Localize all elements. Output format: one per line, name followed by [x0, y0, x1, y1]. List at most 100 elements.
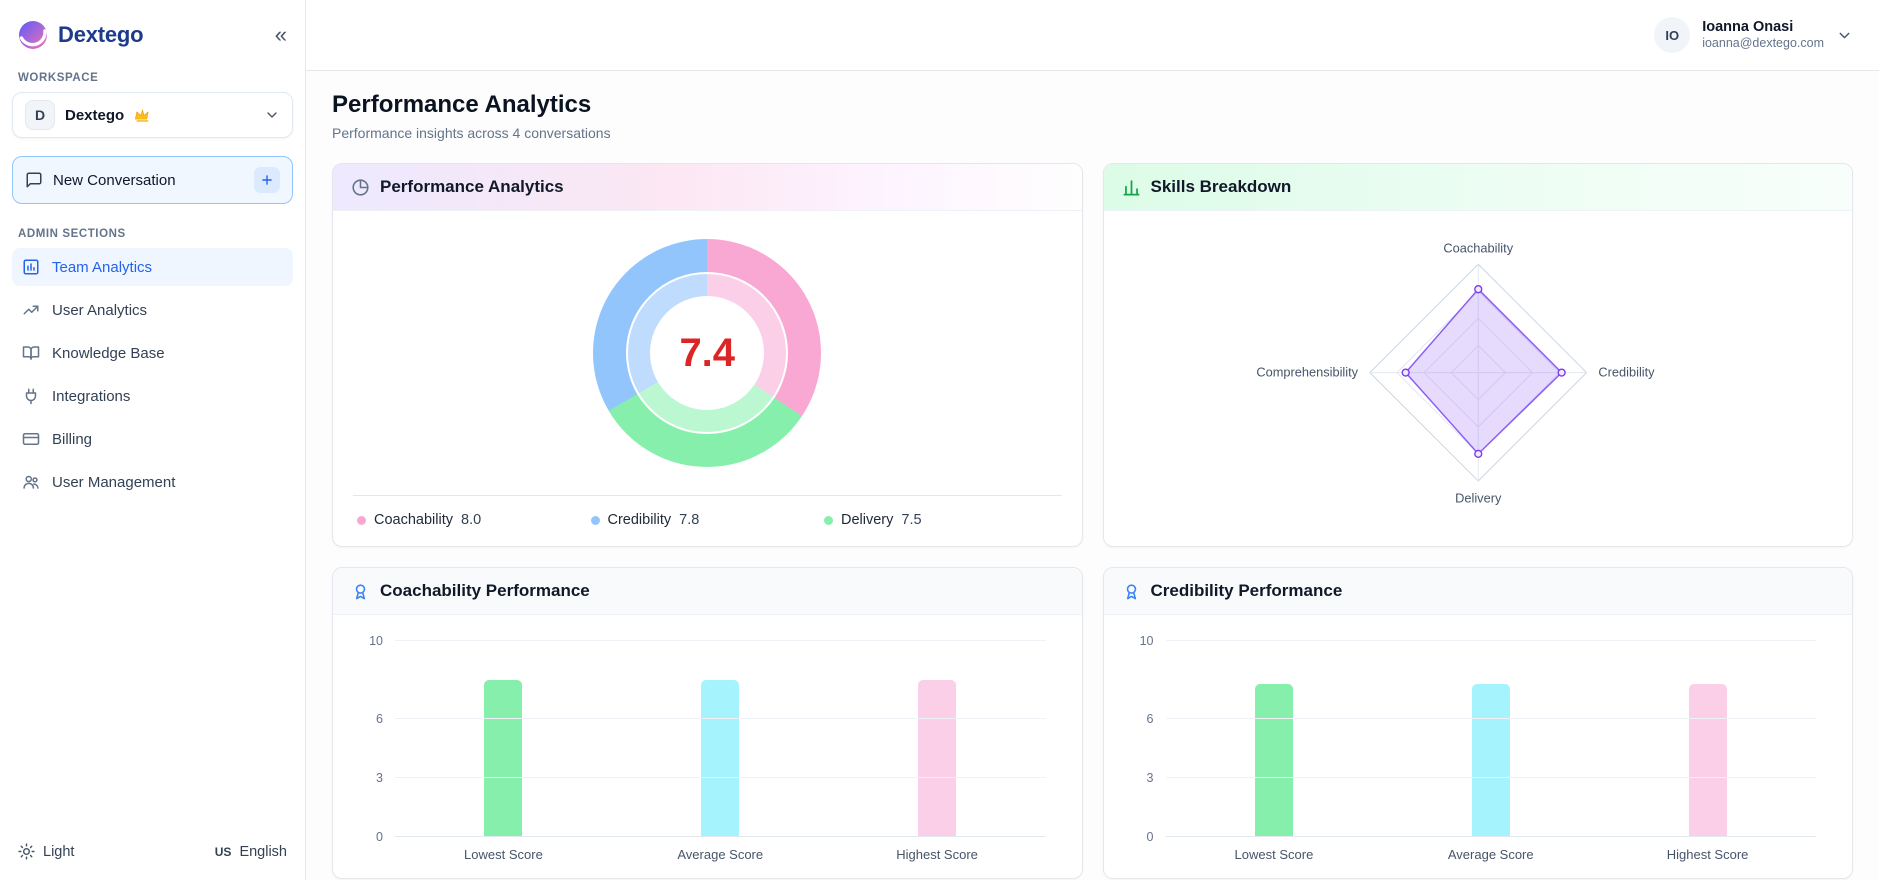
overall-score: 7.4 [679, 330, 736, 375]
logo-row: Dextego « [12, 14, 293, 68]
plus-icon [254, 167, 280, 193]
legend-item-credibility: Credibility 7.8 [590, 512, 825, 528]
credibility-performance-card: Credibility Performance 0 3 6 10 Lowest Sco… [1102, 567, 1853, 879]
sun-icon [18, 843, 35, 860]
sidebar-nav: Team Analytics User Analytics Knowledge … [12, 248, 293, 506]
language-selector[interactable]: US English [215, 844, 287, 860]
donut-hole: 7.4 [650, 296, 765, 410]
legend-item-coachability: Coachability 8.0 [357, 512, 591, 528]
book-open-icon [22, 344, 40, 362]
gridline [395, 836, 1046, 837]
bar-highest-score [1688, 684, 1727, 837]
sidebar-item-label: Integrations [52, 387, 131, 405]
y-axis: 0 3 6 10 [349, 634, 395, 844]
sidebar-item-label: Knowledge Base [52, 344, 165, 362]
x-axis-labels: Lowest Score Average Score Highest Score [395, 847, 1046, 862]
legend-label: Credibility [607, 512, 672, 528]
sidebar-item-label: Team Analytics [52, 258, 153, 276]
workspace-selector[interactable]: D Dextego [12, 92, 293, 138]
sidebar-collapse-button[interactable]: « [275, 24, 287, 46]
new-conversation-button[interactable]: New Conversation [12, 156, 293, 204]
sidebar-item-label: Billing [52, 430, 93, 448]
radar-axis-label: Credibility [1598, 365, 1655, 380]
y-tick-label: 3 [1146, 771, 1154, 786]
card-header: Coachability Performance [333, 568, 1082, 615]
gridline [395, 640, 1046, 641]
admin-sections-label: ADMIN SECTIONS [18, 228, 126, 240]
legend-item-delivery: Delivery 7.5 [824, 512, 1058, 528]
legend-value: 8.0 [461, 512, 482, 528]
theme-label: Light [43, 843, 75, 860]
new-conversation-label: New Conversation [53, 171, 176, 189]
user-email: ioanna@dextego.com [1702, 36, 1824, 51]
radar-point [1557, 368, 1566, 377]
legend-label: Coachability [374, 512, 453, 528]
y-tick-label: 0 [1146, 830, 1154, 844]
y-tick-label: 0 [376, 830, 383, 844]
user-name: Ioanna Onasi [1702, 19, 1794, 36]
bar-category-label: Highest Score [1666, 847, 1749, 862]
chevron-down-icon [1836, 27, 1853, 44]
radar-point [1473, 449, 1482, 458]
sidebar-item-integrations[interactable]: Integrations [12, 377, 293, 415]
credit-card-icon [22, 430, 40, 448]
card-title: Coachability Performance [380, 581, 590, 600]
bar-average-score [1471, 684, 1510, 837]
theme-toggle-button[interactable]: Light [18, 843, 74, 860]
y-tick-label: 10 [1139, 634, 1154, 648]
credibility-bar-chart: 0 3 6 10 Lowest Score Average Score Highest S… [1104, 615, 1853, 878]
gridline [395, 718, 1046, 720]
y-axis: 0 3 6 10 [1120, 634, 1166, 844]
bar-category-label: Average Score [1447, 847, 1534, 862]
cards-grid: Performance Analytics 7.4 Coachability 8… [332, 163, 1853, 879]
y-tick-label: 10 [369, 634, 383, 648]
user-menu[interactable]: IO Ioanna Onasi ioanna@dextego.com [1654, 17, 1853, 53]
language-code: US [214, 844, 232, 859]
card-header: Credibility Performance [1103, 568, 1852, 615]
users-icon [22, 473, 40, 491]
sidebar-item-user-analytics[interactable]: User Analytics [12, 291, 293, 329]
performance-analytics-card: Performance Analytics 7.4 Coachability 8… [332, 163, 1083, 547]
coachability-performance-card: Coachability Performance 0 3 6 10 Lowest Sc… [332, 567, 1083, 879]
radar-point [1473, 285, 1482, 294]
bar-highest-score [918, 680, 957, 837]
bar-category-label: Lowest Score [1234, 847, 1314, 862]
card-header: Performance Analytics [333, 164, 1082, 211]
workspace-name: Dextego [65, 106, 125, 124]
award-icon [1122, 582, 1141, 601]
sidebar-item-team-analytics[interactable]: Team Analytics [12, 248, 293, 286]
radar-svg: Coachability Credibility Delivery Comprehen… [1256, 240, 1655, 506]
app-name: Dextego [58, 22, 144, 47]
card-title: Skills Breakdown [1150, 177, 1292, 196]
radar-axis-label: Delivery [1455, 491, 1502, 506]
coachability-bar-chart: 0 3 6 10 Lowest Score Average Score Highest S… [333, 615, 1082, 878]
sidebar-item-billing[interactable]: Billing [12, 420, 293, 458]
crown-icon [134, 108, 151, 123]
sidebar-item-user-management[interactable]: User Management [12, 463, 293, 501]
award-icon [351, 582, 370, 601]
radar-point [1401, 368, 1410, 377]
card-title: Performance Analytics [380, 177, 564, 196]
legend-label: Delivery [841, 512, 894, 528]
bar-category-label: Lowest Score [464, 847, 543, 862]
gridline [1165, 718, 1816, 720]
avatar: IO [1654, 17, 1691, 53]
bar-average-score [701, 680, 740, 837]
gridline [1165, 836, 1816, 837]
donut-chart: 7.4 [333, 211, 1082, 495]
gridline [395, 777, 1046, 779]
chat-icon [25, 171, 43, 189]
plot-area [1165, 640, 1816, 837]
pie-chart-icon [351, 178, 370, 197]
sidebar-item-label: User Management [52, 473, 176, 491]
card-header: Skills Breakdown [1103, 164, 1852, 211]
legend-value: 7.5 [901, 512, 922, 528]
chevron-down-icon [264, 107, 280, 123]
legend-dot [824, 515, 833, 525]
gridline [1165, 640, 1816, 641]
app-logo-icon [18, 20, 48, 50]
sidebar-item-knowledge-base[interactable]: Knowledge Base [12, 334, 293, 372]
workspace-section-label: WORKSPACE [18, 72, 99, 84]
bar-chart-icon [22, 258, 40, 276]
skills-breakdown-card: Skills Breakdown Coachability Credibility… [1102, 163, 1853, 547]
